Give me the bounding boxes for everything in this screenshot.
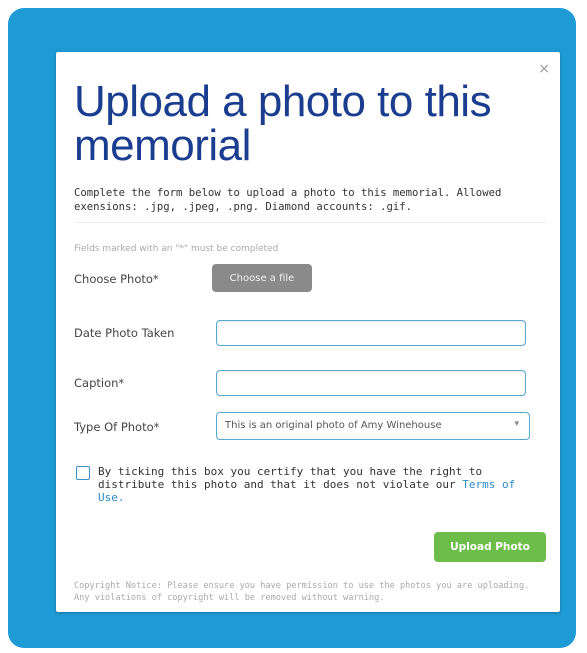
photo-type-label: Type Of Photo* [74,420,160,434]
date-taken-input[interactable] [216,320,526,346]
terms-statement: By ticking this box you certify that you… [98,465,483,491]
dialog-title: Upload a photo to this memorial [74,77,492,170]
terms-checkbox[interactable] [76,466,90,480]
choose-photo-label: Choose Photo* [74,272,159,286]
choose-file-button[interactable]: Choose a file [212,264,312,292]
close-icon[interactable]: × [538,62,550,76]
photo-type-selected-value: This is an original photo of Amy Winehou… [225,420,442,431]
caption-input[interactable] [216,370,526,396]
required-fields-note: Fields marked with an "*" must be comple… [74,244,279,254]
upload-photo-dialog: × Upload a photo to this memorial Comple… [56,52,560,612]
upload-photo-button[interactable]: Upload Photo [434,532,546,562]
chevron-down-icon: ▾ [514,419,519,429]
caption-label: Caption* [74,376,125,390]
dialog-intro: Complete the form below to upload a phot… [74,187,502,213]
photo-type-select[interactable]: This is an original photo of Amy Winehou… [216,412,530,440]
divider [74,222,546,223]
date-taken-label: Date Photo Taken [74,326,175,340]
copyright-notice: Copyright Notice: Please ensure you have… [74,581,530,603]
modal-frame: × Upload a photo to this memorial Comple… [8,8,576,648]
terms-text: By ticking this box you certify that you… [98,465,518,504]
